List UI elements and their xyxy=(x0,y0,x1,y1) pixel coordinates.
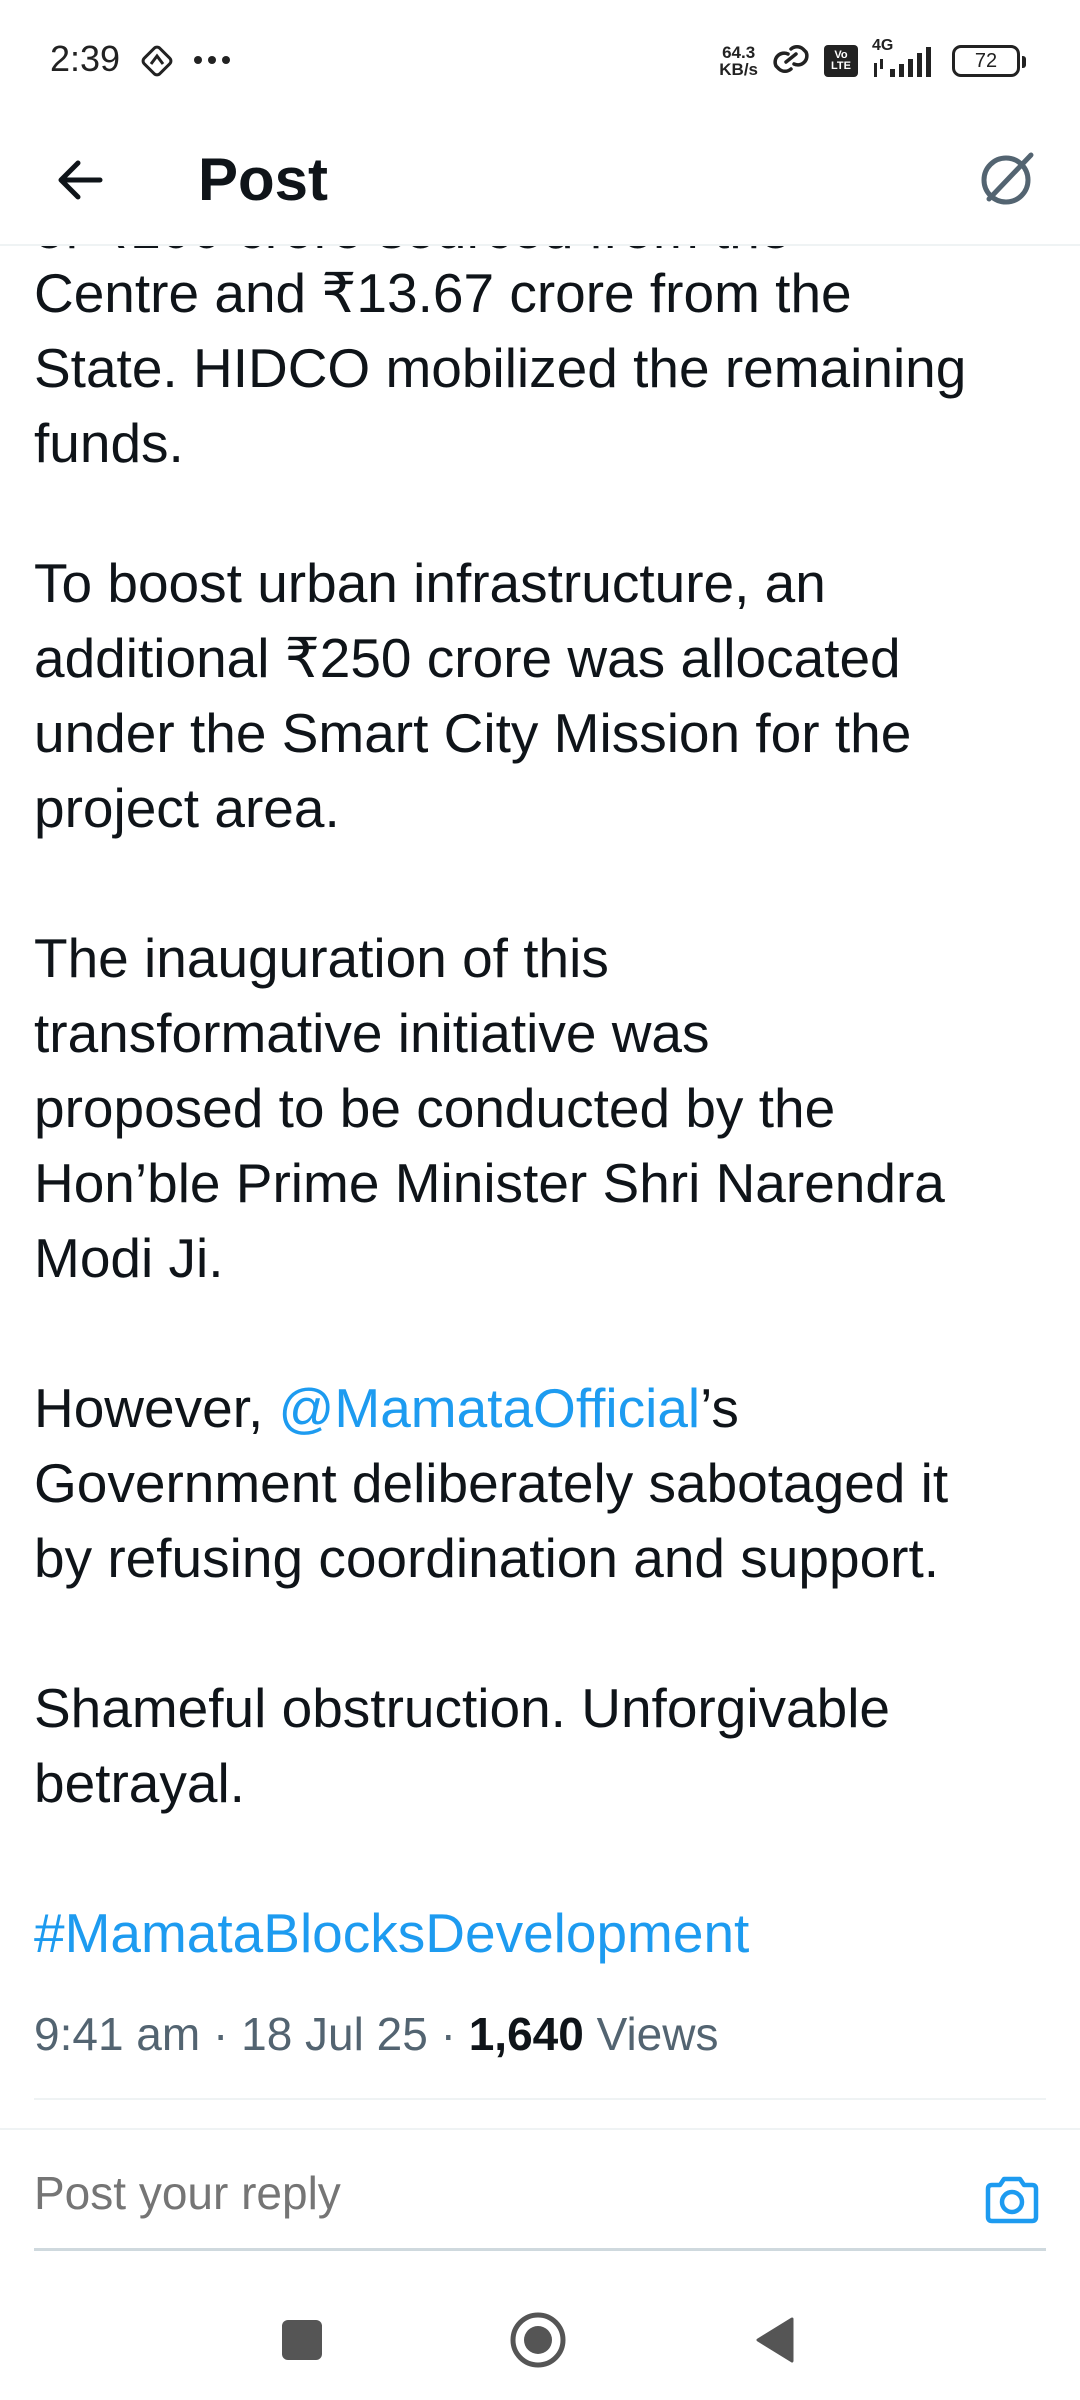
status-time: 2:39 xyxy=(50,38,121,79)
post-header: Post xyxy=(0,120,1080,246)
tweet-paragraph-1: Centre and ₹13.67 crore from the State. … xyxy=(34,262,967,474)
square-icon xyxy=(282,2320,322,2360)
reply-bar xyxy=(0,2130,1080,2250)
battery-indicator: 72 xyxy=(952,45,1026,77)
recents-button[interactable] xyxy=(262,2300,342,2380)
tweet-time: 9:41 am xyxy=(34,2008,201,2060)
home-circle-icon xyxy=(510,2312,566,2368)
status-right: 64.3 KB/s Vo LTE 4G 72 xyxy=(719,36,1026,86)
back-arrow-icon xyxy=(58,160,103,200)
status-bar: 2:39 64.3 KB/s Vo LTE 4G 72 xyxy=(0,0,1080,120)
home-button[interactable] xyxy=(498,2300,578,2380)
back-button[interactable] xyxy=(40,140,120,220)
page-title: Post xyxy=(198,146,329,213)
tweet-paragraph-3: The inauguration of this transformative … xyxy=(34,927,945,1289)
tweet-metadata: 9:41 am · 18 Jul 25 · 1,640 Views xyxy=(34,2004,718,2064)
camera-icon xyxy=(985,2176,1039,2224)
reply-underline xyxy=(34,2248,1046,2251)
hashtag-link[interactable]: #MamataBlocksDevelopment xyxy=(34,1896,1054,1971)
meta-separator: · xyxy=(440,2008,456,2060)
tweet-body: of ₹100 crore sourced from the Centre an… xyxy=(34,246,1054,1971)
back-triangle-icon xyxy=(756,2317,794,2363)
camera-button[interactable] xyxy=(982,2170,1042,2230)
hotspot-link-icon xyxy=(770,42,812,81)
more-notifications-icon xyxy=(192,44,232,79)
back-nav-button[interactable] xyxy=(734,2300,814,2380)
reply-input[interactable] xyxy=(34,2166,934,2220)
volte-icon: Vo LTE xyxy=(824,45,858,77)
divider xyxy=(34,2098,1046,2100)
system-nav-bar xyxy=(0,2270,1080,2400)
grok-icon xyxy=(981,152,1034,205)
tweet-paragraph-4: However, @MamataOfficial’s Government de… xyxy=(34,1377,949,1589)
tweet-date: 18 Jul 25 xyxy=(241,2008,428,2060)
grok-button[interactable] xyxy=(968,138,1048,218)
tweet-paragraph-5: Shameful obstruction. Unforgivable betra… xyxy=(34,1677,891,1814)
meta-separator: · xyxy=(213,2008,229,2060)
views-label: Views xyxy=(596,2008,719,2060)
mention-link[interactable]: @MamataOfficial xyxy=(279,1377,701,1439)
tweet-paragraph-2: To boost urban infrastructure, an additi… xyxy=(34,552,912,839)
signal-icon: 4G xyxy=(870,37,940,81)
settings-sync-icon xyxy=(138,42,176,85)
net-speed: 64.3 KB/s xyxy=(719,43,758,79)
views-count: 1,640 xyxy=(468,2008,584,2060)
